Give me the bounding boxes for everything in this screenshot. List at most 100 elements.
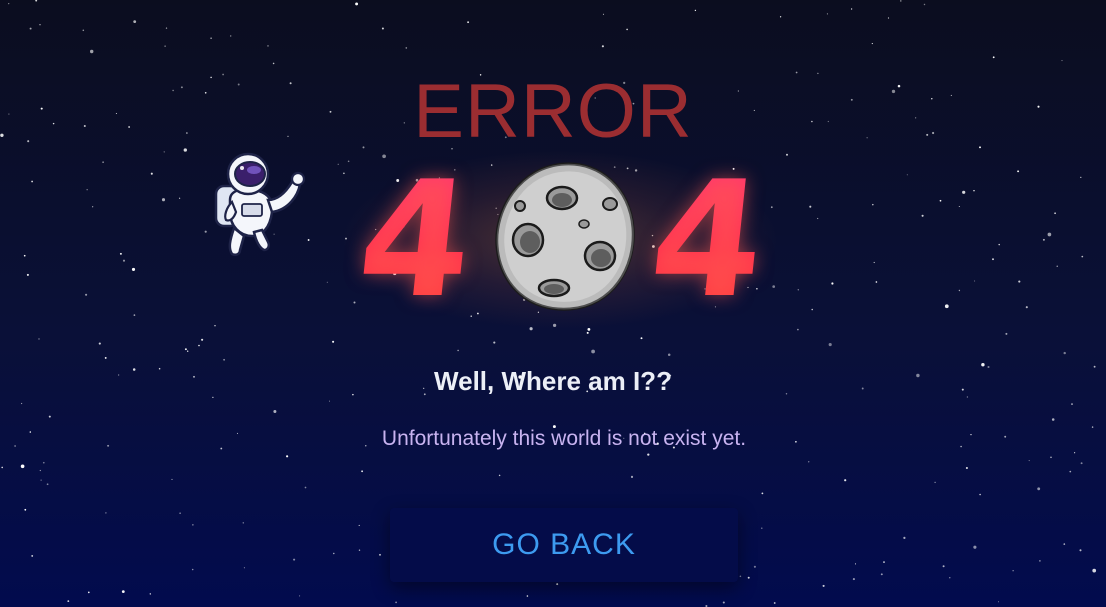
- star: [970, 433, 972, 436]
- star: [887, 17, 890, 19]
- star: [14, 445, 16, 447]
- star: [272, 62, 275, 65]
- star: [38, 338, 40, 340]
- star: [997, 601, 1000, 603]
- star: [191, 568, 194, 571]
- star: [1080, 176, 1082, 179]
- star: [161, 198, 166, 202]
- star: [104, 356, 107, 359]
- star: [753, 565, 756, 568]
- star: [102, 161, 104, 163]
- star: [20, 464, 25, 469]
- astronaut-icon: [202, 152, 318, 264]
- star: [1091, 426, 1094, 428]
- star: [273, 410, 277, 413]
- star: [992, 258, 994, 261]
- star: [133, 314, 136, 316]
- star: [87, 591, 90, 594]
- star: [826, 13, 828, 15]
- star: [960, 445, 962, 448]
- error-digit-right: 4: [642, 146, 774, 333]
- star: [1071, 403, 1073, 406]
- star: [773, 602, 776, 604]
- star: [379, 553, 381, 556]
- star: [98, 342, 101, 345]
- star: [900, 0, 902, 2]
- star: [304, 486, 307, 489]
- star: [333, 552, 335, 555]
- star: [42, 461, 45, 464]
- star: [358, 524, 360, 526]
- moon-icon: [490, 158, 640, 314]
- star: [119, 252, 122, 255]
- star: [1042, 238, 1045, 241]
- star: [872, 203, 874, 206]
- go-back-button[interactable]: GO BACK: [390, 508, 738, 582]
- star: [48, 415, 51, 418]
- star: [498, 474, 501, 477]
- star: [795, 440, 797, 443]
- star: [1, 466, 4, 469]
- star: [31, 554, 34, 557]
- star: [24, 508, 27, 511]
- star: [958, 289, 961, 292]
- star: [1081, 255, 1084, 258]
- star: [797, 328, 799, 331]
- star: [243, 567, 245, 569]
- star: [214, 325, 216, 327]
- star: [939, 199, 942, 202]
- star: [293, 558, 296, 561]
- star: [405, 47, 408, 49]
- star: [906, 174, 908, 176]
- star: [361, 470, 364, 473]
- star: [40, 479, 42, 481]
- star: [1079, 549, 1082, 552]
- star: [395, 601, 398, 604]
- star: [178, 197, 181, 199]
- star: [602, 13, 605, 15]
- star: [179, 512, 181, 514]
- star: [326, 281, 328, 283]
- star: [973, 190, 975, 192]
- star: [67, 600, 70, 602]
- star: [131, 267, 136, 271]
- star: [1051, 418, 1055, 421]
- star: [242, 522, 245, 524]
- star: [82, 29, 85, 32]
- star: [809, 205, 812, 208]
- star: [355, 2, 359, 6]
- star: [850, 8, 853, 10]
- star: [942, 565, 945, 568]
- star: [122, 259, 126, 262]
- star: [811, 308, 813, 311]
- error-digit-left: 4: [350, 146, 482, 333]
- star: [586, 331, 589, 334]
- star: [171, 478, 173, 480]
- star: [722, 601, 725, 604]
- star: [979, 493, 981, 496]
- star: [8, 2, 10, 5]
- star: [739, 575, 742, 578]
- star: [26, 273, 29, 276]
- star: [973, 545, 977, 549]
- star: [236, 432, 239, 434]
- star: [121, 590, 125, 593]
- star: [267, 45, 269, 47]
- star: [20, 402, 23, 405]
- star: [358, 549, 361, 551]
- star: [1069, 470, 1072, 473]
- star: [187, 350, 189, 352]
- subtitle: Well, Where am I??: [434, 366, 672, 396]
- star: [46, 483, 49, 486]
- star: [23, 254, 26, 257]
- star: [1017, 170, 1020, 173]
- star: [667, 353, 671, 356]
- star: [29, 431, 32, 433]
- star: [1037, 487, 1041, 491]
- star: [526, 595, 529, 597]
- star: [381, 27, 384, 30]
- star: [828, 343, 832, 347]
- star: [365, 445, 367, 447]
- star: [873, 261, 875, 264]
- star: [1054, 212, 1056, 215]
